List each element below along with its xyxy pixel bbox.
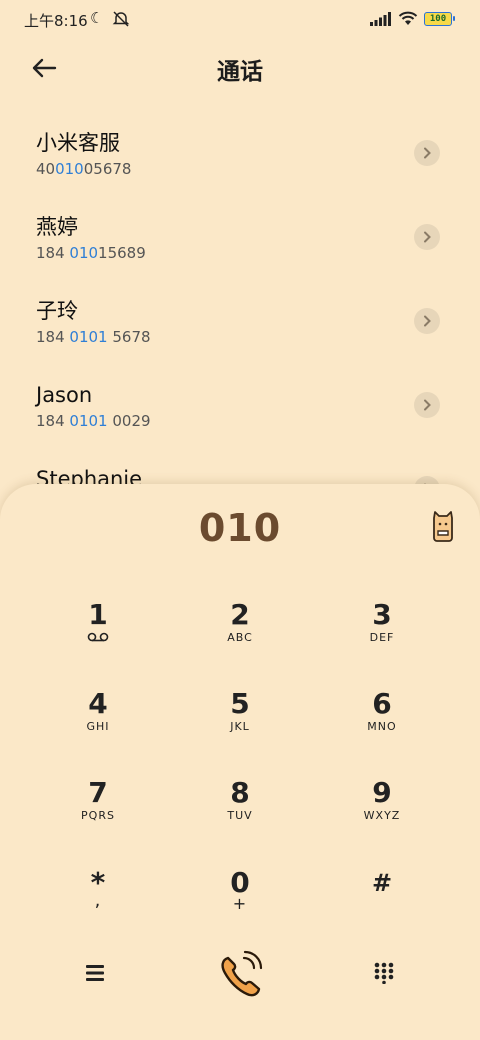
- contact-number: 184 01015689: [36, 244, 146, 262]
- keypad-icon[interactable]: [374, 962, 394, 988]
- key-7[interactable]: 7 PQRS: [38, 778, 158, 848]
- key-4[interactable]: 4 GHI: [38, 689, 158, 759]
- contact-number: 4001005678: [36, 160, 132, 178]
- key-8[interactable]: 8 TUV: [180, 778, 300, 848]
- key-digit: 8: [230, 776, 250, 809]
- contact-item[interactable]: 燕婷 184 01015689: [36, 214, 444, 284]
- key-6[interactable]: 6 MNO: [322, 689, 442, 759]
- key-3[interactable]: 3 DEF: [322, 600, 442, 670]
- status-icons: 100: [370, 11, 455, 26]
- key-letters: PQRS: [81, 809, 115, 822]
- voicemail-icon: [87, 632, 109, 642]
- key-star[interactable]: * ,: [38, 868, 158, 938]
- key-digit: 9: [372, 776, 392, 809]
- mute-icon: [112, 10, 130, 32]
- chevron-right-icon[interactable]: [414, 308, 440, 334]
- do-not-disturb-icon: ☾: [90, 9, 104, 27]
- contact-item[interactable]: 小米客服 4001005678: [36, 130, 444, 200]
- contact-name: 子玲: [36, 299, 78, 323]
- page-title: 通话: [217, 59, 263, 85]
- chevron-right-icon[interactable]: [414, 224, 440, 250]
- phone-call-icon[interactable]: [216, 950, 266, 1004]
- key-letters: DEF: [369, 631, 395, 644]
- battery-level: 100: [429, 13, 447, 24]
- key-letters: TUV: [227, 809, 253, 822]
- key-0[interactable]: 0 +: [180, 868, 300, 938]
- signal-icon: [370, 11, 391, 26]
- contact-number: 184 0101 5678: [36, 328, 151, 346]
- key-digit: 2: [230, 598, 250, 631]
- key-9[interactable]: 9 WXYZ: [322, 778, 442, 848]
- chevron-right-icon[interactable]: [414, 392, 440, 418]
- key-letters: ,: [94, 890, 102, 911]
- contact-name: Jason: [36, 383, 93, 407]
- key-5[interactable]: 5 JKL: [180, 689, 300, 759]
- key-digit: 4: [88, 687, 108, 720]
- chevron-right-icon[interactable]: [414, 140, 440, 166]
- key-digit: 3: [372, 598, 392, 631]
- status-bar: 上午8:16 ☾ 100: [0, 0, 480, 40]
- contact-item[interactable]: Jason 184 0101 0029: [36, 382, 444, 452]
- contact-item[interactable]: 子玲 184 0101 5678: [36, 298, 444, 368]
- key-letters: JKL: [230, 720, 250, 733]
- key-digit: 7: [88, 776, 108, 809]
- key-letters: ABC: [227, 631, 253, 644]
- key-hash[interactable]: #: [322, 868, 442, 938]
- status-time: 上午8:16: [24, 12, 88, 30]
- key-letters: MNO: [367, 720, 397, 733]
- contact-name: 燕婷: [36, 215, 78, 239]
- key-digit: 1: [88, 598, 108, 631]
- key-digit: 5: [230, 687, 250, 720]
- key-letters: GHI: [86, 720, 110, 733]
- key-2[interactable]: 2 ABC: [180, 600, 300, 670]
- key-digit: 6: [372, 687, 392, 720]
- menu-icon[interactable]: [84, 962, 108, 988]
- battery-icon: 100: [424, 11, 455, 26]
- key-1[interactable]: 1: [38, 600, 158, 670]
- key-letters: WXYZ: [363, 809, 401, 822]
- contact-name: 小米客服: [36, 131, 120, 155]
- key-letters: +: [232, 894, 248, 913]
- dialed-number[interactable]: 010: [0, 506, 480, 550]
- dialer-panel: 010 1 2 ABC 3 DEF 4 GHI 5 JKL 6 MNO 7 PQ…: [0, 484, 480, 1040]
- wifi-icon: [398, 11, 418, 25]
- pet-contact-icon[interactable]: [430, 510, 456, 542]
- contact-number: 184 0101 0029: [36, 412, 151, 430]
- key-digit: #: [371, 869, 393, 897]
